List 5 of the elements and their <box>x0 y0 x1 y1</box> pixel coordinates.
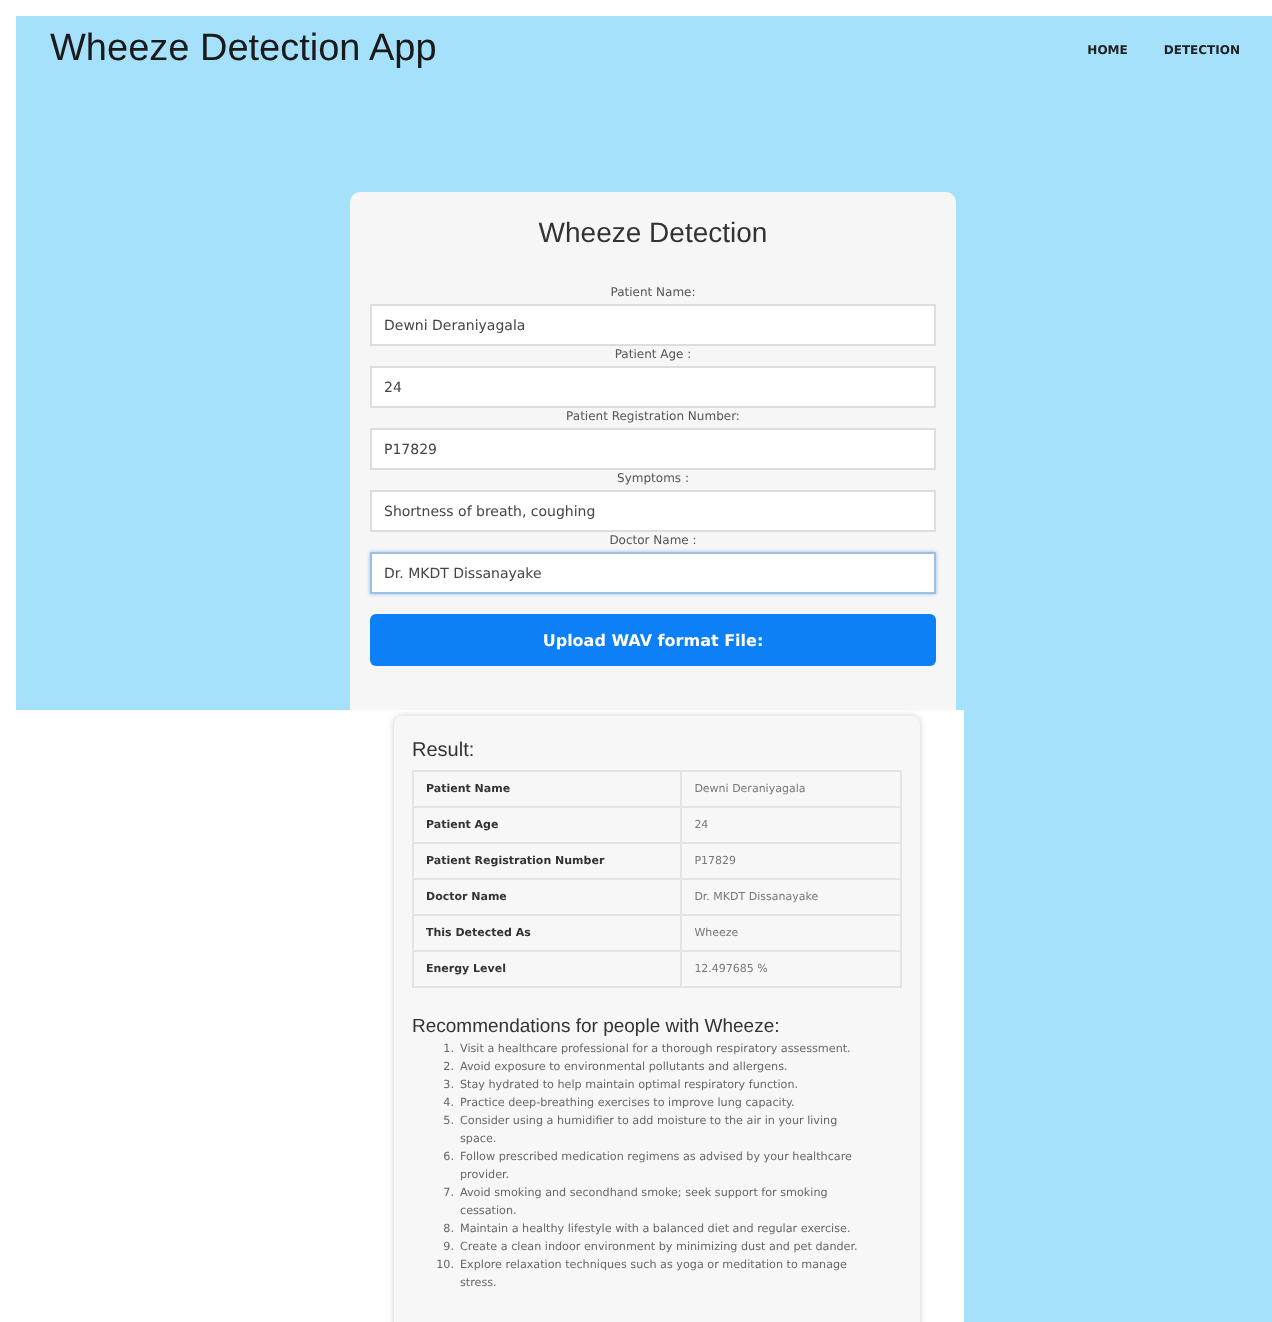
app-title: Wheeze Detection App <box>50 28 437 72</box>
form-title: Wheeze Detection <box>536 216 770 248</box>
recommendations-title: Recommendations for people with Wheeze: <box>412 1016 782 1038</box>
result-title: Result: <box>412 740 477 762</box>
upload-button[interactable]: Upload WAV format File: <box>370 614 936 666</box>
